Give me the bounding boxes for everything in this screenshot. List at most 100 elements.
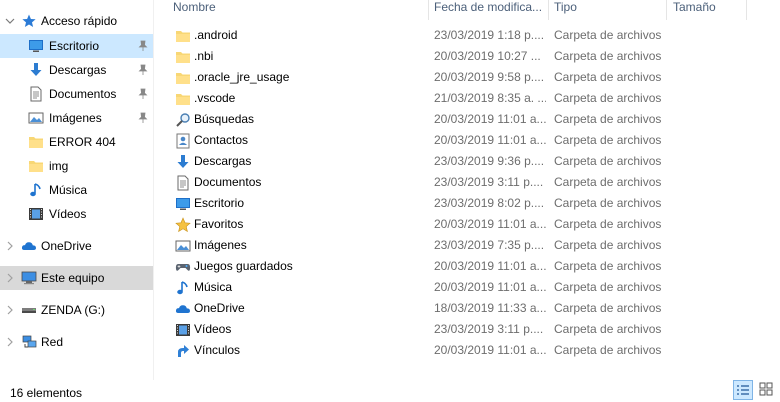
cloud-icon: [175, 301, 191, 317]
item-count: 16 elementos: [10, 386, 83, 400]
details-view-button[interactable]: [733, 380, 753, 400]
nav-item-red[interactable]: Red: [0, 330, 153, 354]
file-type: Carpeta de archivos: [554, 91, 662, 105]
column-header-date[interactable]: Fecha de modifica...: [429, 0, 549, 20]
music-note-icon: [28, 182, 44, 198]
file-row[interactable]: Favoritos 20/03/2019 11:01 a... Carpeta …: [154, 214, 780, 235]
cloud-icon: [21, 238, 37, 254]
nav-label: Red: [41, 335, 64, 349]
nav-label: ZENDA (G:): [41, 303, 106, 317]
nav-item-este-equipo[interactable]: Este equipo: [0, 266, 153, 290]
file-type: Carpeta de archivos: [554, 217, 662, 231]
folder-icon: [175, 91, 191, 107]
star-icon: [175, 217, 191, 233]
file-date: 23/03/2019 7:35 p....: [434, 238, 545, 252]
file-date: 23/03/2019 9:36 p....: [434, 154, 545, 168]
nav-item-descargas[interactable]: Descargas: [0, 58, 153, 82]
file-date: 20/03/2019 11:01 a...: [434, 343, 546, 357]
file-row[interactable]: Imágenes 23/03/2019 7:35 p.... Carpeta d…: [154, 235, 780, 256]
file-name: Imágenes: [194, 238, 247, 252]
nav-item-documentos[interactable]: Documentos: [0, 82, 153, 106]
nav-label: ERROR 404: [49, 135, 116, 149]
document-icon: [28, 86, 44, 102]
nav-item-error-404[interactable]: ERROR 404: [0, 130, 153, 154]
column-header-size[interactable]: Tamaño: [668, 0, 748, 20]
pin-icon[interactable]: [138, 64, 148, 76]
desktop-icon: [175, 196, 191, 212]
file-date: 20/03/2019 11:01 a...: [434, 259, 546, 273]
film-icon: [28, 206, 44, 222]
nav-item-acceso-rapido[interactable]: Acceso rápido: [0, 9, 153, 33]
nav-label: Escritorio: [49, 39, 100, 53]
nav-label: Documentos: [49, 87, 117, 101]
nav-label: OneDrive: [41, 239, 92, 253]
nav-item-img[interactable]: img: [0, 154, 153, 178]
folder-icon: [175, 49, 191, 65]
file-type: Carpeta de archivos: [554, 70, 662, 84]
file-type: Carpeta de archivos: [554, 154, 662, 168]
star-icon: [21, 13, 37, 29]
column-divider[interactable]: [666, 0, 667, 20]
file-name: .vscode: [194, 91, 236, 105]
pictures-icon: [28, 110, 44, 126]
file-date: 20/03/2019 11:01 a...: [434, 112, 546, 126]
file-type: Carpeta de archivos: [554, 28, 662, 42]
column-header-type[interactable]: Tipo: [549, 0, 667, 20]
contacts-icon: [175, 133, 191, 149]
file-row[interactable]: .oracle_jre_usage 20/03/2019 9:58 p.... …: [154, 67, 780, 88]
nav-item-musica[interactable]: Música: [0, 178, 153, 202]
status-bar: 16 elementos: [0, 380, 780, 401]
file-row[interactable]: Vídeos 23/03/2019 3:11 p.... Carpeta de …: [154, 319, 780, 340]
nav-label: Este equipo: [41, 271, 105, 285]
column-divider[interactable]: [746, 0, 747, 20]
nav-label: img: [49, 159, 69, 173]
file-date: 23/03/2019 1:18 p....: [434, 28, 545, 42]
desktop-icon: [28, 38, 44, 54]
folder-icon: [28, 134, 44, 150]
nav-item-onedrive[interactable]: OneDrive: [0, 234, 153, 258]
file-row[interactable]: Juegos guardados 20/03/2019 11:01 a... C…: [154, 256, 780, 277]
chevron-down-icon[interactable]: [5, 15, 15, 27]
column-header-name[interactable]: Nombre: [168, 0, 430, 20]
file-row[interactable]: Escritorio 23/03/2019 8:02 p.... Carpeta…: [154, 193, 780, 214]
search-icon: [175, 112, 191, 128]
chevron-right-icon[interactable]: [5, 304, 15, 316]
film-icon: [175, 322, 191, 338]
file-date: 20/03/2019 11:01 a...: [434, 133, 546, 147]
nav-item-videos[interactable]: Vídeos: [0, 202, 153, 226]
file-row[interactable]: Vínculos 20/03/2019 11:01 a... Carpeta d…: [154, 340, 780, 361]
file-name: Búsquedas: [194, 112, 255, 126]
file-row[interactable]: .nbi 20/03/2019 10:27 ... Carpeta de arc…: [154, 46, 780, 67]
nav-item-escritorio[interactable]: Escritorio: [0, 34, 153, 58]
chevron-right-icon[interactable]: [5, 336, 15, 348]
network-icon: [21, 334, 37, 350]
download-arrow-icon: [175, 154, 191, 170]
file-name: Favoritos: [194, 217, 244, 231]
file-date: 23/03/2019 3:11 p....: [434, 175, 544, 189]
file-type: Carpeta de archivos: [554, 49, 662, 63]
file-row[interactable]: Música 20/03/2019 11:01 a... Carpeta de …: [154, 277, 780, 298]
file-type: Carpeta de archivos: [554, 196, 662, 210]
chevron-right-icon[interactable]: [5, 272, 15, 284]
file-row[interactable]: OneDrive 18/03/2019 11:33 a... Carpeta d…: [154, 298, 780, 319]
pin-icon[interactable]: [138, 40, 148, 52]
computer-icon: [21, 270, 37, 286]
chevron-right-icon[interactable]: [5, 240, 15, 252]
pin-icon[interactable]: [138, 88, 148, 100]
file-name: Descargas: [194, 154, 252, 168]
file-name: .nbi: [194, 49, 214, 63]
nav-item-zenda[interactable]: ZENDA (G:): [0, 298, 153, 322]
folder-icon: [175, 28, 191, 44]
file-name: Vínculos: [194, 343, 241, 357]
file-type: Carpeta de archivos: [554, 280, 662, 294]
file-row[interactable]: .android 23/03/2019 1:18 p.... Carpeta d…: [154, 25, 780, 46]
file-row[interactable]: .vscode 21/03/2019 8:35 a. ... Carpeta d…: [154, 88, 780, 109]
file-type: Carpeta de archivos: [554, 238, 662, 252]
pin-icon[interactable]: [138, 112, 148, 124]
nav-item-imagenes[interactable]: Imágenes: [0, 106, 153, 130]
file-row[interactable]: Descargas 23/03/2019 9:36 p.... Carpeta …: [154, 151, 780, 172]
large-icons-view-button[interactable]: [757, 380, 777, 400]
file-row[interactable]: Búsquedas 20/03/2019 11:01 a... Carpeta …: [154, 109, 780, 130]
file-row[interactable]: Documentos 23/03/2019 3:11 p.... Carpeta…: [154, 172, 780, 193]
file-row[interactable]: Contactos 20/03/2019 11:01 a... Carpeta …: [154, 130, 780, 151]
